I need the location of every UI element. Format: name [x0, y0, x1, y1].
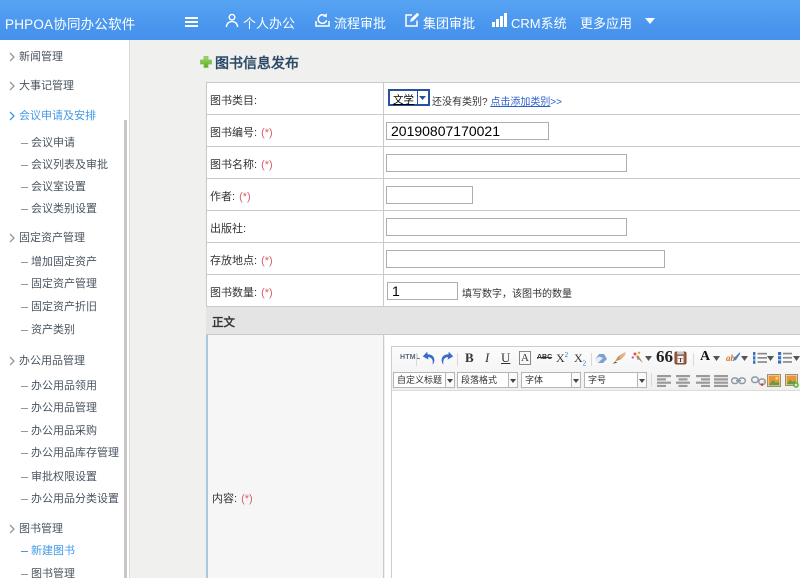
svg-text:T: T	[678, 357, 683, 364]
